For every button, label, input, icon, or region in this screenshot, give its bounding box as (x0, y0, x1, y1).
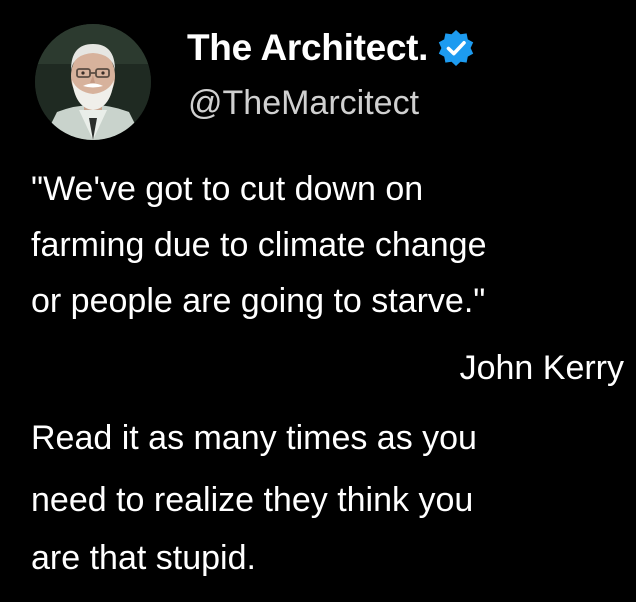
author-handle[interactable]: @TheMarcitect (188, 84, 419, 123)
quote-line: or people are going to starve." (31, 282, 486, 320)
quote-line: farming due to climate change (31, 226, 487, 264)
avatar-portrait-icon (35, 24, 151, 140)
quote-line: "We've got to cut down on (31, 170, 424, 208)
verified-badge-icon (436, 28, 476, 68)
comment-line: need to realize they think you (31, 481, 474, 519)
comment-line: are that stupid. (31, 539, 256, 577)
tweet-card: The Architect. @TheMarcitect "We've got … (0, 0, 636, 602)
quote-attribution: John Kerry (459, 349, 624, 387)
avatar[interactable] (35, 24, 151, 140)
comment-line: Read it as many times as you (31, 419, 477, 457)
author-name-row: The Architect. (187, 26, 476, 70)
author-display-name[interactable]: The Architect. (187, 27, 428, 69)
